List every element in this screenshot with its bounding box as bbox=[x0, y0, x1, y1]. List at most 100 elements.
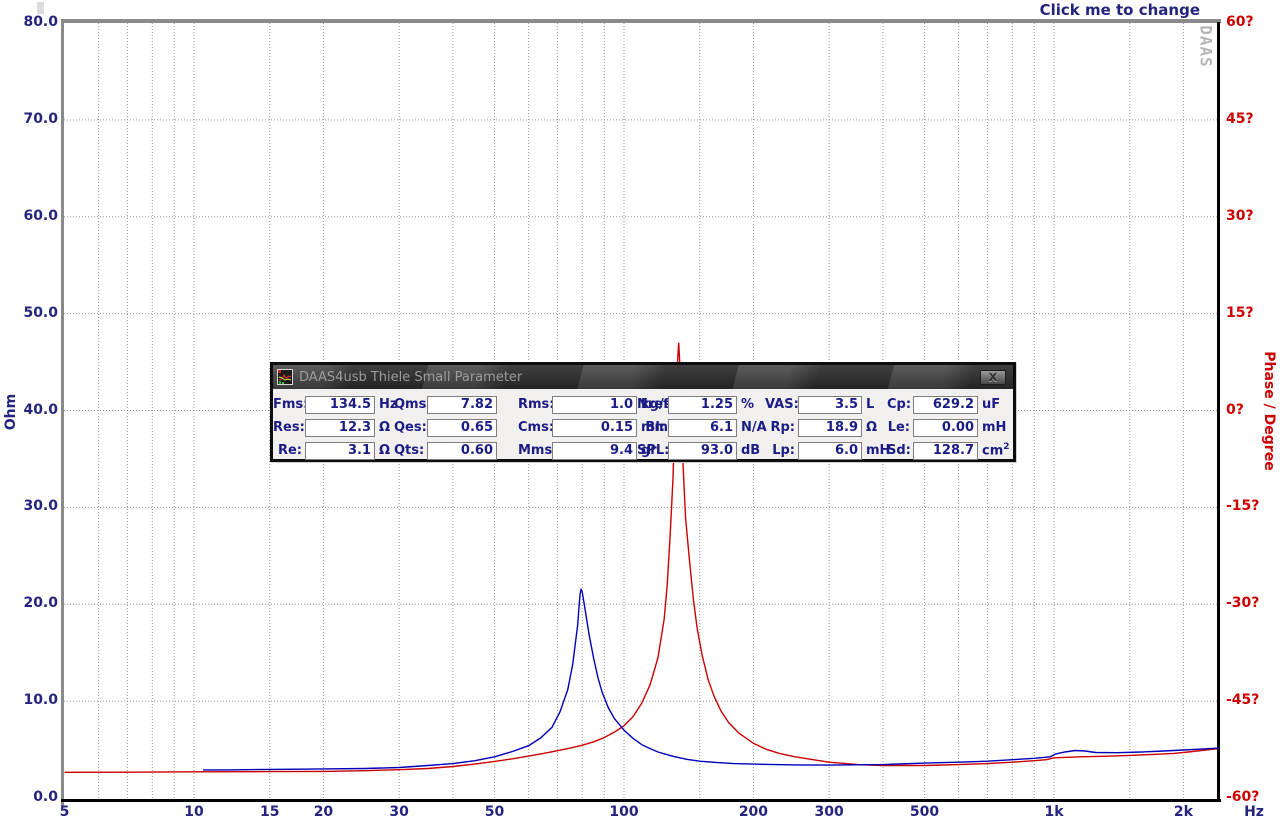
param-label: Res: bbox=[273, 420, 302, 435]
param-value-box[interactable]: 12.3 bbox=[305, 419, 375, 437]
parameter-field: Re:3.1 Ω bbox=[273, 442, 394, 460]
y-axis-tick-label-phase: 0? bbox=[1226, 402, 1282, 418]
y-axis-tick-label-ohm: 70.0 bbox=[0, 111, 58, 127]
parameter-field: Sd:128.7cm2 bbox=[887, 442, 1013, 460]
param-value-box[interactable]: 0.15 bbox=[552, 419, 637, 437]
parameter-field: Lp:6.0mH bbox=[765, 442, 887, 460]
param-label: Bl: bbox=[637, 420, 665, 435]
x-axis-tick-label: 30 bbox=[369, 804, 429, 820]
y-axis-tick-label-ohm: 80.0 bbox=[0, 14, 58, 30]
close-icon: X bbox=[989, 372, 997, 383]
param-label: Rp: bbox=[765, 420, 795, 435]
param-label: Re: bbox=[273, 443, 302, 458]
close-button[interactable]: X bbox=[980, 370, 1006, 385]
y-axis-tick-label-ohm: 60.0 bbox=[0, 208, 58, 224]
parameter-field: Nref:1.25% bbox=[637, 396, 765, 414]
parameter-field: Qts:0.60 bbox=[394, 442, 518, 460]
y-axis-tick-label-phase: 60? bbox=[1226, 14, 1282, 30]
param-label: Qms: bbox=[394, 397, 424, 412]
parameter-grid: Fms:134.5HzQms:7.82Rms:1.0kg/sNref:1.25%… bbox=[273, 389, 1013, 462]
parameter-field: Qes:0.65 bbox=[394, 419, 518, 437]
param-label: VAS: bbox=[765, 397, 795, 412]
param-label: Nref: bbox=[637, 397, 665, 412]
param-value-box[interactable]: 3.1 bbox=[305, 442, 375, 460]
parameter-field: VAS:3.5 L bbox=[765, 396, 887, 414]
x-axis-unit-label: Hz bbox=[1234, 804, 1274, 820]
y-axis-tick-label-ohm: 0.0 bbox=[0, 789, 58, 805]
param-value-box[interactable]: 128.7 bbox=[913, 442, 978, 460]
daas-measurement-window: Click me to change Ohm Phase / Degree DA… bbox=[0, 0, 1284, 825]
param-value-box[interactable]: 18.9 bbox=[798, 419, 862, 437]
parameter-field: Cp:629.2 uF bbox=[887, 396, 1013, 414]
y-axis-tick-label-ohm: 10.0 bbox=[0, 692, 58, 708]
param-value-box[interactable]: 0.00 bbox=[913, 419, 978, 437]
daas-watermark: DAAS bbox=[1197, 23, 1216, 71]
param-unit: L bbox=[866, 397, 887, 412]
param-label: Mms: bbox=[518, 443, 549, 458]
param-value-box[interactable]: 629.2 bbox=[913, 396, 978, 414]
x-axis-tick-label: 15 bbox=[240, 804, 300, 820]
param-value-box[interactable]: 0.65 bbox=[427, 419, 497, 437]
param-unit: Ω bbox=[379, 443, 394, 458]
y-axis-tick-label-ohm: 20.0 bbox=[0, 595, 58, 611]
param-label: SPL: bbox=[637, 443, 665, 458]
x-axis-tick-label: 100 bbox=[594, 804, 654, 820]
param-label: Fms: bbox=[273, 397, 302, 412]
parameter-row: Res:12.3ΩQes:0.65Cms:0.15mm/NBl:6.1N/ARp… bbox=[273, 416, 1013, 439]
x-axis-tick-label: 2k bbox=[1153, 804, 1213, 820]
param-value-box[interactable]: 1.0 bbox=[552, 396, 637, 414]
param-label: Sd: bbox=[887, 443, 910, 458]
param-label: Le: bbox=[887, 420, 910, 435]
x-axis-tick-label: 5 bbox=[35, 804, 95, 820]
param-unit: dB bbox=[741, 443, 765, 458]
y-axis-tick-label-phase: -15? bbox=[1226, 498, 1282, 514]
param-value-box[interactable]: 134.5 bbox=[305, 396, 375, 414]
parameter-field: Qms:7.82 bbox=[394, 396, 518, 414]
parameter-row: Re:3.1ΩQts:0.60Mms:9.4grSPL:93.0dBLp:6.0… bbox=[273, 439, 1013, 462]
parameter-row: Fms:134.5HzQms:7.82Rms:1.0kg/sNref:1.25%… bbox=[273, 393, 1013, 416]
y-axis-tick-label-ohm: 50.0 bbox=[0, 305, 58, 321]
app-icon bbox=[277, 369, 293, 385]
param-value-box[interactable]: 3.5 bbox=[798, 396, 862, 414]
x-axis-tick-label: 20 bbox=[293, 804, 353, 820]
y-axis-tick-label-phase: -30? bbox=[1226, 595, 1282, 611]
param-label: Qts: bbox=[394, 443, 424, 458]
parameter-field: Rms:1.0kg/s bbox=[518, 396, 637, 414]
param-unit: uF bbox=[982, 397, 1013, 412]
y-axis-tick-label-ohm: 30.0 bbox=[0, 498, 58, 514]
param-unit: Ω bbox=[866, 420, 887, 435]
param-value-box[interactable]: 6.1 bbox=[668, 419, 737, 437]
parameter-field: Res:12.3Ω bbox=[273, 419, 394, 437]
dialog-title: DAAS4usb Thiele Small Parameter bbox=[299, 370, 980, 385]
parameter-field: Cms:0.15mm/N bbox=[518, 419, 637, 437]
parameter-field: Rp:18.9 Ω bbox=[765, 419, 887, 437]
param-value-box[interactable]: 9.4 bbox=[552, 442, 637, 460]
param-label: Cms: bbox=[518, 420, 549, 435]
param-label: Cp: bbox=[887, 397, 910, 412]
impedance-free-air-curve bbox=[203, 589, 1219, 770]
parameter-field: Mms:9.4gr bbox=[518, 442, 637, 460]
x-axis-tick-label: 500 bbox=[895, 804, 955, 820]
y-axis-tick-label-phase: -60? bbox=[1226, 789, 1282, 805]
parameter-field: Le:0.00 mH bbox=[887, 419, 1013, 437]
param-unit: mH bbox=[982, 420, 1013, 435]
param-value-box[interactable]: 7.82 bbox=[427, 396, 497, 414]
param-unit: N/A bbox=[741, 420, 767, 435]
x-axis-tick-label: 1k bbox=[1024, 804, 1084, 820]
param-value-box[interactable]: 0.60 bbox=[427, 442, 497, 460]
dialog-titlebar[interactable]: DAAS4usb Thiele Small Parameter X bbox=[273, 365, 1013, 389]
param-value-box[interactable]: 1.25 bbox=[668, 396, 737, 414]
parameter-field: Bl:6.1 N/A bbox=[637, 419, 765, 437]
y-axis-tick-label-phase: 45? bbox=[1226, 111, 1282, 127]
y-axis-tick-label-phase: 15? bbox=[1226, 305, 1282, 321]
param-label: Rms: bbox=[518, 397, 549, 412]
param-value-box[interactable]: 6.0 bbox=[798, 442, 862, 460]
param-label: Qes: bbox=[394, 420, 424, 435]
parameter-field: SPL:93.0 dB bbox=[637, 442, 765, 460]
parameter-field: Fms:134.5Hz bbox=[273, 396, 394, 414]
y-axis-tick-label-phase: -45? bbox=[1226, 692, 1282, 708]
x-axis-tick-label: 200 bbox=[723, 804, 783, 820]
param-value-box[interactable]: 93.0 bbox=[668, 442, 737, 460]
y-axis-tick-label-ohm: 40.0 bbox=[0, 402, 58, 418]
x-axis-tick-label: 50 bbox=[465, 804, 525, 820]
